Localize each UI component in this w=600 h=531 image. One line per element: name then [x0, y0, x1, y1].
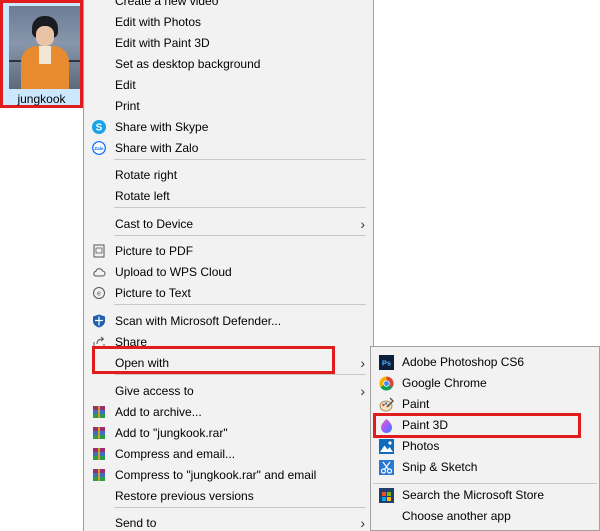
menu-separator [114, 207, 366, 208]
file-name-label: jungkook [17, 92, 66, 106]
submenu-item-chrome[interactable]: Google Chrome [371, 373, 599, 394]
open-with-submenu: Ps Adobe Photoshop CS6 Google Chrome Pai… [370, 346, 600, 531]
snip-sketch-icon [379, 460, 394, 475]
menu-item-edit-with-photos[interactable]: Edit with Photos [84, 12, 373, 33]
menu-item-restore-versions[interactable]: Restore previous versions [84, 486, 373, 507]
chrome-icon [379, 376, 394, 391]
menu-item-print[interactable]: Print [84, 96, 373, 117]
menu-separator [114, 235, 366, 236]
submenu-item-photos[interactable]: Photos [371, 436, 599, 457]
menu-item-give-access[interactable]: Give access to › [84, 381, 373, 402]
pdf-icon [93, 244, 105, 258]
paint-icon [379, 397, 394, 412]
menu-item-edit-with-paint3d[interactable]: Edit with Paint 3D [84, 33, 373, 54]
submenu-item-photoshop[interactable]: Ps Adobe Photoshop CS6 [371, 352, 599, 373]
skype-icon: S [92, 120, 106, 134]
menu-item-share-zalo[interactable]: Zalo Share with Zalo [84, 138, 373, 159]
menu-item-set-desktop-background[interactable]: Set as desktop background [84, 54, 373, 75]
store-icon [379, 488, 394, 503]
chevron-right-icon: › [360, 355, 365, 371]
photoshop-icon: Ps [379, 355, 394, 370]
winrar-icon [93, 406, 105, 418]
paint3d-highlight [373, 413, 581, 438]
winrar-icon [93, 469, 105, 481]
menu-separator [114, 374, 366, 375]
svg-text:e: e [97, 291, 101, 298]
menu-separator [114, 304, 366, 305]
submenu-item-microsoft-store[interactable]: Search the Microsoft Store [371, 485, 599, 506]
context-menu: Create a new video Edit with Photos Edit… [83, 0, 374, 531]
svg-text:Ps: Ps [382, 359, 391, 368]
svg-text:S: S [96, 123, 103, 134]
chevron-right-icon: › [360, 216, 365, 232]
menu-item-picture-to-pdf[interactable]: Picture to PDF [84, 241, 373, 262]
file-tile-jungkook[interactable]: jungkook [0, 0, 83, 108]
menu-item-send-to[interactable]: Send to › [84, 513, 373, 531]
menu-item-compress-rar-email[interactable]: Compress to "jungkook.rar" and email [84, 465, 373, 486]
submenu-separator [373, 483, 597, 484]
menu-item-cast-to-device[interactable]: Cast to Device › [84, 214, 373, 235]
menu-separator [114, 159, 366, 160]
winrar-icon [93, 448, 105, 460]
submenu-item-choose-another-app[interactable]: Choose another app [371, 506, 599, 527]
menu-separator [114, 507, 366, 508]
svg-text:Zalo: Zalo [94, 146, 104, 151]
chevron-right-icon: › [360, 515, 365, 531]
menu-item-add-to-archive[interactable]: Add to archive... [84, 402, 373, 423]
submenu-item-paint[interactable]: Paint [371, 394, 599, 415]
submenu-item-snip-sketch[interactable]: Snip & Sketch [371, 457, 599, 478]
menu-item-share-skype[interactable]: S Share with Skype [84, 117, 373, 138]
winrar-icon [93, 427, 105, 439]
menu-item-picture-to-text[interactable]: e Picture to Text [84, 283, 373, 304]
file-thumbnail [9, 6, 80, 89]
open-with-highlight [92, 346, 335, 374]
photos-icon [379, 439, 394, 454]
menu-item-rotate-right[interactable]: Rotate right [84, 165, 373, 186]
menu-item-compress-email[interactable]: Compress and email... [84, 444, 373, 465]
menu-item-create-video[interactable]: Create a new video [84, 0, 373, 12]
menu-item-upload-wps-cloud[interactable]: Upload to WPS Cloud [84, 262, 373, 283]
menu-item-scan-defender[interactable]: Scan with Microsoft Defender... [84, 311, 373, 332]
chevron-right-icon: › [360, 383, 365, 399]
menu-item-edit[interactable]: Edit [84, 75, 373, 96]
ocr-icon: e [93, 287, 105, 299]
menu-item-add-to-rar[interactable]: Add to "jungkook.rar" [84, 423, 373, 444]
cloud-icon [93, 268, 106, 277]
defender-shield-icon [93, 314, 105, 328]
menu-item-rotate-left[interactable]: Rotate left [84, 186, 373, 207]
zalo-icon: Zalo [92, 141, 106, 155]
